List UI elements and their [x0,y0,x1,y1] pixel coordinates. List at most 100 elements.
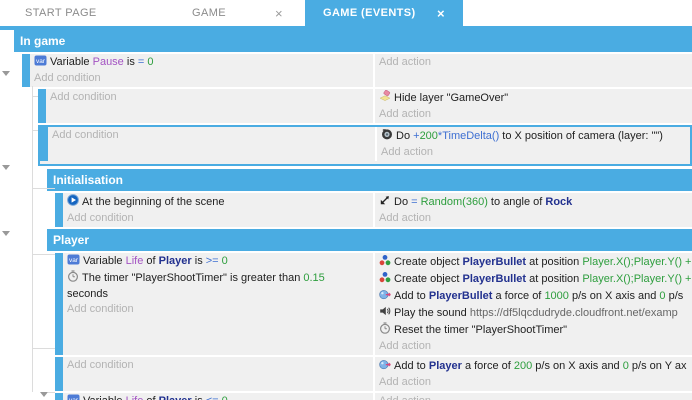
event-row[interactable]: varVariable Life of Player is <= 0Add co… [55,393,692,400]
event-row[interactable]: var Variable Life of Player is >= 0 The ti… [55,253,692,355]
text-segment: 200 [513,360,533,372]
add-action-button[interactable]: Add action [379,375,692,390]
svg-text:var: var [69,257,79,264]
event-row[interactable]: Add condition Add to Player a force of 20… [55,357,692,391]
text-segment: Do [394,196,412,208]
text-segment: Create object [394,256,463,268]
action[interactable]: Play the sound https://df5lqcdudryde.clo… [379,305,692,322]
action[interactable]: Hide layer "GameOver" [379,89,692,107]
add-condition-button[interactable]: Add condition [52,128,375,143]
text-segment: Rock [545,196,573,208]
conditions-cell: var Variable Life of Player is >= 0 The ti… [63,253,373,355]
text-segment: >= [205,255,222,267]
text-segment: PlayerBullet [462,256,527,268]
event-left-bar[interactable] [40,127,48,161]
create-object-icon [379,271,391,288]
text-segment: of [143,255,159,267]
create-object-icon [379,254,391,271]
text-segment: 0 [147,56,154,68]
timer-icon [67,270,79,287]
event-sheet: In game var Variable Pause is = 0 Add condi… [0,30,692,400]
condition[interactable]: At the beginning of the scene [67,194,373,211]
text-segment: 0 [222,395,228,400]
conditions-cell: varVariable Life of Player is <= 0Add co… [63,393,373,400]
tree-line [32,348,55,349]
event-left-bar[interactable] [55,393,63,400]
tab-game[interactable]: GAME × [170,0,305,26]
text-segment: Variable [83,255,126,267]
text-segment: 0 [221,255,228,267]
action[interactable]: Create object PlayerBullet at position P… [379,271,692,288]
add-condition-button[interactable]: Add condition [34,71,373,86]
collapse-arrow-icon[interactable] [2,231,10,236]
text-segment: Player [159,395,192,400]
text-segment: is [192,395,206,400]
tree-line [32,96,38,97]
add-condition-button[interactable]: Add condition [67,302,373,317]
add-action-button[interactable]: Add action [381,145,690,160]
text-segment: p/s [665,290,684,302]
condition[interactable]: var Variable Life of Player is >= 0 [67,254,373,270]
text-segment: = [137,56,148,68]
collapse-arrow-icon[interactable] [2,71,10,76]
event-left-bar[interactable] [55,357,63,391]
add-action-button[interactable]: Add action [379,211,692,226]
event-row[interactable]: At the beginning of the scene Add conditi… [55,193,692,227]
action[interactable]: Create object PlayerBullet at position P… [379,254,692,271]
condition[interactable]: var Variable Pause is = 0 [34,55,373,71]
add-condition-button[interactable]: Add condition [67,358,373,373]
action[interactable]: Do +200*TimeDelta() to X position of cam… [381,128,690,145]
collapse-arrow-icon[interactable] [40,392,48,397]
event-left-bar[interactable] [55,253,63,355]
text-segment: a force of [492,290,545,302]
event-left-bar[interactable] [38,89,46,123]
conditions-cell: Add condition [48,127,375,161]
event-row[interactable]: var Variable Pause is = 0 Add condition Add… [22,54,692,87]
text-segment: Player.X();Player.Y() + [582,256,692,268]
event-left-bar[interactable] [22,54,30,87]
close-icon[interactable]: × [275,7,283,20]
text-segment: Add to [394,290,429,302]
text-segment: Play the sound [394,307,470,319]
tree-line [48,392,55,393]
text-segment: 1000 [544,290,569,302]
event-group-header[interactable]: Player [47,229,692,251]
tab-label: GAME (EVENTS) [323,7,416,19]
play-icon [67,194,79,211]
text-segment: of [143,395,158,400]
text-segment: 0.15 [303,272,325,284]
condition[interactable]: varVariable Life of Player is <= 0 [67,394,373,400]
conditions-cell: Add condition [46,89,373,123]
tab-game-events[interactable]: GAME (EVENTS) × [305,0,463,26]
text-segment: to X position of camera (layer: "") [499,130,663,142]
add-condition-button[interactable]: Add condition [67,211,373,226]
actions-cell: Add to Player a force of 200 p/s on X ax… [373,357,692,391]
text-segment: a force of [461,360,514,372]
timer-icon [379,322,391,339]
event-row-selected[interactable]: Add condition Do +200*TimeDelta() to X po… [38,125,692,166]
add-condition-button[interactable]: Add condition [50,90,373,105]
add-action-button[interactable]: Add action [379,107,692,122]
text-segment: at position [526,256,583,268]
action[interactable]: Do = Random(360) to angle of Rock [379,194,692,211]
text-segment: Do [396,130,414,142]
event-left-bar[interactable] [55,193,63,227]
text-segment: Create object [394,273,463,285]
add-action-button[interactable]: Add action [379,55,692,70]
collapse-arrow-icon[interactable] [2,165,10,170]
text-segment: p/s on Y ax [628,360,687,372]
event-group-header[interactable]: In game [14,30,692,52]
action[interactable]: Add to Player a force of 200 p/s on X ax… [379,358,692,375]
add-action-button[interactable]: Add action [379,339,692,354]
action[interactable]: Reset the timer "PlayerShootTimer" [379,322,692,339]
event-group-header[interactable]: Initialisation [47,169,692,191]
camera-icon [381,128,393,145]
action[interactable]: Add to PlayerBullet a force of 1000 p/s … [379,288,692,305]
add-action-button[interactable]: Add action [379,394,692,400]
close-icon[interactable]: × [437,7,445,20]
event-row[interactable]: Add condition Hide layer "GameOver" Add ac… [38,89,692,123]
text-segment: <= [206,395,222,400]
actions-cell: Do +200*TimeDelta() to X position of cam… [375,127,690,161]
condition[interactable]: The timer "PlayerShootTimer" is greater … [67,270,373,302]
tab-start-page[interactable]: START PAGE [0,0,170,26]
